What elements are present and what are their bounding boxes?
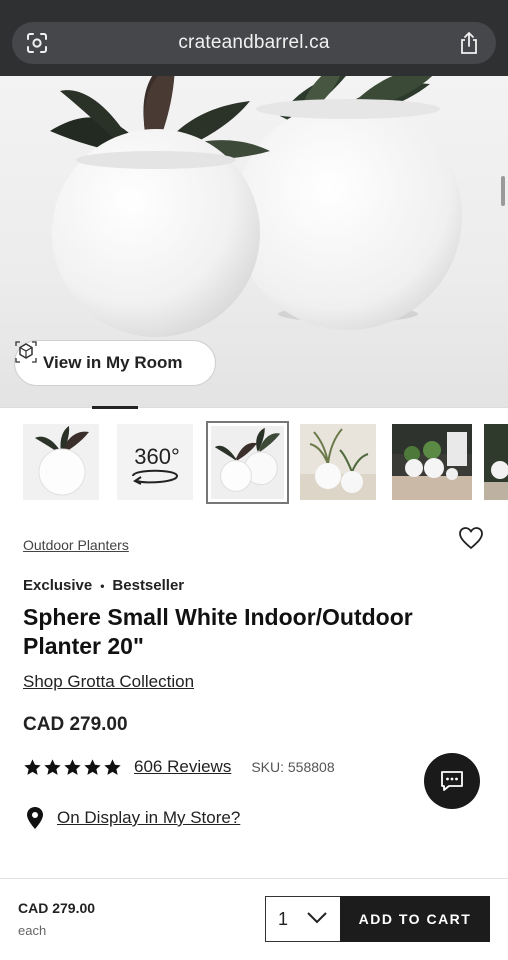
star-icon [84, 758, 101, 775]
carousel-position-indicator [92, 406, 138, 409]
carousel-track [0, 407, 508, 408]
sticky-cart-bar: CAD 279.00 each 1 ADD TO CART [0, 878, 508, 960]
thumb-360[interactable]: 360° [117, 424, 193, 500]
product-price: CAD 279.00 [23, 714, 128, 735]
thumbnail-strip: 360° [0, 420, 508, 506]
tag-exclusive: Exclusive [23, 577, 93, 594]
thumb-360-label: 360° [134, 444, 180, 469]
hero-image[interactable]: View in My Room [0, 76, 508, 408]
star-icon [24, 758, 41, 775]
chat-button[interactable] [424, 753, 480, 809]
chevron-down-icon [307, 912, 327, 924]
sticky-price: CAD 279.00 [18, 900, 96, 916]
store-availability-row: On Display in My Store? [25, 806, 240, 830]
reviews-link[interactable]: 606 Reviews [134, 757, 231, 777]
sku-label: SKU: 558808 [251, 759, 335, 775]
tag-bestseller: Bestseller [112, 577, 185, 594]
star-icon [64, 758, 81, 775]
sticky-unit-label: each [18, 923, 47, 938]
breadcrumb-category-link[interactable]: Outdoor Planters [23, 537, 129, 553]
quantity-value: 1 [278, 908, 289, 929]
star-icon [104, 758, 121, 775]
store-display-link[interactable]: On Display in My Store? [57, 808, 240, 828]
view-in-room-label: View in My Room [43, 353, 183, 372]
product-tags: Exclusive • Bestseller [23, 577, 184, 594]
url-text[interactable]: crateandbarrel.ca [12, 32, 496, 54]
wishlist-heart-icon[interactable] [458, 526, 484, 550]
location-pin-icon [27, 807, 43, 829]
thumb-partial[interactable] [484, 424, 508, 500]
shop-collection-link[interactable]: Shop Grotta Collection [23, 672, 194, 692]
add-to-cart-button[interactable]: ADD TO CART [340, 896, 490, 942]
product-title: Sphere Small White Indoor/Outdoor Plante… [23, 604, 413, 659]
address-bar[interactable]: crateandbarrel.ca [12, 22, 496, 64]
share-icon[interactable] [458, 31, 480, 55]
star-icon [44, 758, 61, 775]
thumb-patio-scene[interactable] [392, 424, 472, 500]
rating-row: 606 Reviews SKU: 558808 [23, 757, 335, 777]
thumb-planter-pair[interactable] [206, 421, 289, 504]
quantity-select[interactable]: 1 [265, 896, 341, 942]
chat-bubble-icon [441, 771, 463, 791]
view-in-room-button[interactable]: View in My Room [14, 340, 216, 386]
star-rating[interactable] [23, 758, 122, 777]
tag-separator: • [100, 578, 105, 593]
thumb-planters-outdoor[interactable] [300, 424, 376, 500]
thumb-planter-single[interactable] [23, 424, 99, 500]
page-scroll-indicator [501, 176, 505, 206]
browser-toolbar: crateandbarrel.ca [0, 0, 508, 76]
